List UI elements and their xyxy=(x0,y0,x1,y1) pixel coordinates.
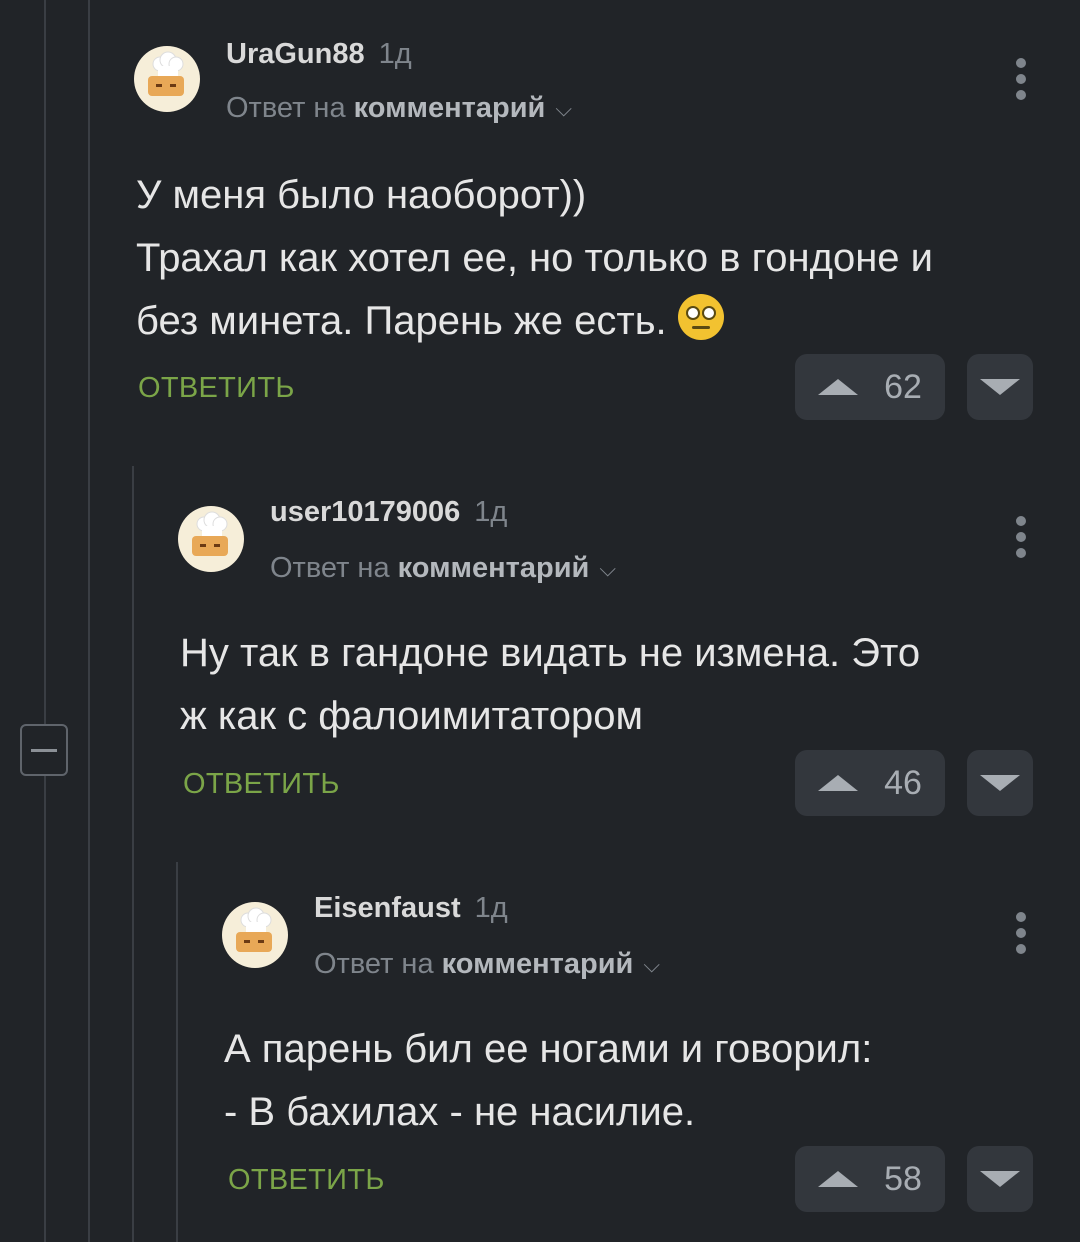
downvote-icon xyxy=(980,1171,1020,1187)
thread-line xyxy=(88,0,90,1242)
chevron-down-icon[interactable]: ⌵ xyxy=(643,952,660,978)
reply-to-line: Ответ на комментарий ⌵ xyxy=(270,552,616,585)
chef-avatar-icon xyxy=(148,51,184,96)
upvote-button[interactable]: 46 xyxy=(795,750,945,816)
username-label[interactable]: UraGun88 xyxy=(226,38,365,70)
more-options-icon[interactable] xyxy=(1016,58,1028,100)
upvote-icon xyxy=(818,775,859,791)
more-options-icon[interactable] xyxy=(1016,516,1028,558)
downvote-icon xyxy=(980,379,1020,395)
timestamp: 1д xyxy=(474,892,508,924)
rating-count: 58 xyxy=(884,1159,922,1198)
minus-icon xyxy=(31,748,57,752)
reply-target-link[interactable]: комментарий xyxy=(354,92,546,124)
reply-to-line: Ответ на комментарий ⌵ xyxy=(314,948,660,981)
reply-target-link[interactable]: комментарий xyxy=(442,948,634,980)
username[interactable]: UraGun88 1д xyxy=(226,38,412,71)
upvote-icon xyxy=(818,379,859,395)
downvote-button[interactable] xyxy=(967,1146,1033,1212)
comment-body: У меня было наоборот)) Трахал как хотел … xyxy=(136,164,933,353)
chef-avatar-icon xyxy=(236,907,272,952)
chevron-down-icon[interactable]: ⌵ xyxy=(555,96,572,122)
reply-button[interactable]: ОТВЕТИТЬ xyxy=(138,372,295,405)
rating-count: 46 xyxy=(884,763,922,802)
reply-prefix: Ответ на xyxy=(270,552,390,584)
thread-line xyxy=(44,0,46,1242)
eye-roll-emoji-icon xyxy=(677,294,724,340)
reply-to-line: Ответ на комментарий ⌵ xyxy=(226,92,572,125)
reply-prefix: Ответ на xyxy=(314,948,434,980)
thread-line xyxy=(132,466,134,1242)
downvote-icon xyxy=(980,775,1020,791)
timestamp: 1д xyxy=(474,496,508,528)
chef-avatar-icon xyxy=(192,511,228,556)
more-options-icon[interactable] xyxy=(1016,912,1028,954)
avatar[interactable] xyxy=(178,506,244,572)
username[interactable]: user10179006 1д xyxy=(270,496,507,529)
comment-body: Ну так в гандоне видать не измена. Это ж… xyxy=(180,631,921,738)
chevron-down-icon[interactable]: ⌵ xyxy=(599,556,616,582)
downvote-button[interactable] xyxy=(967,750,1033,816)
reply-prefix: Ответ на xyxy=(226,92,346,124)
thread-line xyxy=(176,862,178,1242)
timestamp: 1д xyxy=(378,38,412,70)
comment-body: А парень бил ее ногами и говорил: - В ба… xyxy=(224,1027,873,1134)
avatar[interactable] xyxy=(134,46,200,112)
rating-count: 62 xyxy=(884,367,922,406)
downvote-button[interactable] xyxy=(967,354,1033,420)
comment-text: У меня было наоборот)) Трахал как хотел … xyxy=(136,173,934,343)
username-label[interactable]: user10179006 xyxy=(270,496,460,528)
upvote-icon xyxy=(818,1171,859,1187)
username-label[interactable]: Eisenfaust xyxy=(314,892,461,924)
upvote-button[interactable]: 62 xyxy=(795,354,945,420)
reply-target-link[interactable]: комментарий xyxy=(398,552,590,584)
collapse-thread-button[interactable] xyxy=(20,724,68,776)
avatar[interactable] xyxy=(222,902,288,968)
username[interactable]: Eisenfaust 1д xyxy=(314,892,508,925)
upvote-button[interactable]: 58 xyxy=(795,1146,945,1212)
reply-button[interactable]: ОТВЕТИТЬ xyxy=(228,1164,385,1197)
reply-button[interactable]: ОТВЕТИТЬ xyxy=(183,768,340,801)
